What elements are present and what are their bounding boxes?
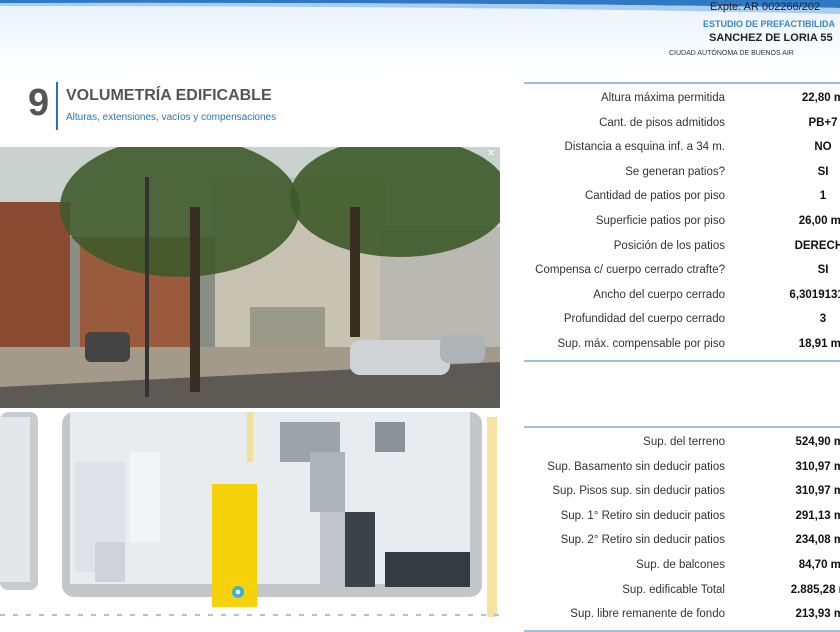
row-value: 2.885,28 m2 [790, 583, 840, 596]
row-label: Sup. de balcones [636, 558, 725, 571]
table-row: Ancho del cuerpo cerrado 6,301913132 [524, 283, 840, 308]
row-label: Sup. Basamento sin deducir patios [547, 460, 725, 473]
table-row: Altura máxima permitida 22,80 m [524, 86, 840, 111]
row-label: Cantidad de patios por piso [584, 190, 725, 203]
row-value: 1 [819, 190, 827, 203]
table-row: Distancia a esquina inf. a 34 m. NO [524, 135, 840, 160]
section-title: VOLUMETRÍA EDIFICABLE [66, 87, 272, 104]
street-view-photo: × [0, 147, 500, 408]
row-label: Posición de los patios [613, 239, 725, 252]
table-row: Sup. Basamento sin deducir patios 310,97 … [524, 455, 840, 480]
table-row: Sup. 1° Retiro sin deducir patios 291,13 … [524, 504, 840, 529]
table-row: Sup. de balcones 84,70 m2 [524, 553, 840, 578]
row-value: SI [817, 264, 829, 277]
row-value: 3 [819, 313, 827, 326]
row-value: 26,00 m2 [798, 214, 840, 227]
row-value: 22,80 m [801, 92, 840, 104]
row-label: Sup. máx. compensable por piso [557, 337, 725, 350]
row-label: Sup. libre remanente de fondo [570, 608, 725, 621]
row-value: NO [814, 141, 832, 154]
surface-summary-table: Sup. del terreno 524,90 m2 Sup. Basamento … [524, 426, 840, 632]
table-row: Sup. Pisos sup. sin deducir patios 310,97… [524, 479, 840, 504]
section-number: 9 [28, 82, 50, 124]
row-label: Se generan patios? [625, 165, 725, 178]
row-label: Profundidad del cuerpo cerrado [563, 313, 725, 326]
row-value: 310,97 m2 [795, 460, 840, 473]
block-map [0, 412, 500, 630]
row-value: 6,301913132 [789, 288, 840, 301]
row-label: Cant. de pisos admitidos [599, 116, 725, 129]
row-value: 291,13 m2 [795, 509, 840, 522]
row-label: Sup. edificable Total [622, 583, 725, 596]
row-label: Altura máxima permitida [601, 92, 725, 104]
row-value: 213,93 m2 [795, 608, 840, 621]
row-value: PB+7 [808, 116, 838, 129]
table-row: Se generan patios? SI [524, 160, 840, 185]
height-parameters-table: Altura máxima permitida 22,80 m Cant. de p… [524, 82, 840, 362]
row-value: 310,97 m2 [795, 485, 840, 498]
row-label: Ancho del cuerpo cerrado [593, 288, 725, 301]
row-value: 84,70 m2 [798, 558, 840, 571]
address: SANCHEZ DE LORIA 55 [709, 32, 833, 44]
row-value: DERECHA [794, 239, 840, 252]
table-row: Sup. edificable Total 2.885,28 m2 [524, 578, 840, 603]
table-row: Cant. de pisos admitidos PB+7 [524, 111, 840, 136]
expediente-number: Expte: AR 002266/202 [710, 1, 821, 13]
city: CIUDAD AUTÓNOMA DE BUENOS AIR [669, 50, 794, 57]
row-label: Sup. 2° Retiro sin deducir patios [560, 534, 725, 547]
table-row: Superficie patios por piso 26,00 m2 [524, 209, 840, 234]
section-subtitle: Alturas, extensiones, vacíos y compensac… [66, 112, 277, 123]
table-row: Compensa c/ cuerpo cerrado ctrafte? SI [524, 258, 840, 283]
row-label: Superficie patios por piso [595, 214, 725, 227]
row-value: SI [817, 165, 829, 178]
close-icon[interactable]: × [487, 147, 495, 160]
table-row: Sup. 2° Retiro sin deducir patios 234,08 … [524, 528, 840, 553]
section-divider [56, 82, 58, 130]
study-label: ESTUDIO DE PREFACTIBILIDA [703, 19, 836, 29]
row-label: Sup. del terreno [643, 436, 725, 448]
table-row: Sup. del terreno 524,90 m2 [524, 430, 840, 455]
table-row: Sup. libre remanente de fondo 213,93 m2 [524, 602, 840, 627]
row-label: Sup. 1° Retiro sin deducir patios [560, 509, 725, 522]
table-row: Cantidad de patios por piso 1 [524, 184, 840, 209]
table-row: Sup. máx. compensable por piso 18,91 m2 [524, 332, 840, 357]
row-value: 18,91 m2 [798, 337, 840, 350]
row-label: Distancia a esquina inf. a 34 m. [564, 141, 725, 154]
row-value: 234,08 m2 [795, 534, 840, 547]
row-label: Compensa c/ cuerpo cerrado ctrafte? [535, 264, 725, 277]
row-label: Sup. Pisos sup. sin deducir patios [552, 485, 725, 498]
row-value: 524,90 m2 [795, 436, 840, 448]
table-row: Posición de los patios DERECHA [524, 234, 840, 259]
table-row: Profundidad del cuerpo cerrado 3 [524, 307, 840, 332]
